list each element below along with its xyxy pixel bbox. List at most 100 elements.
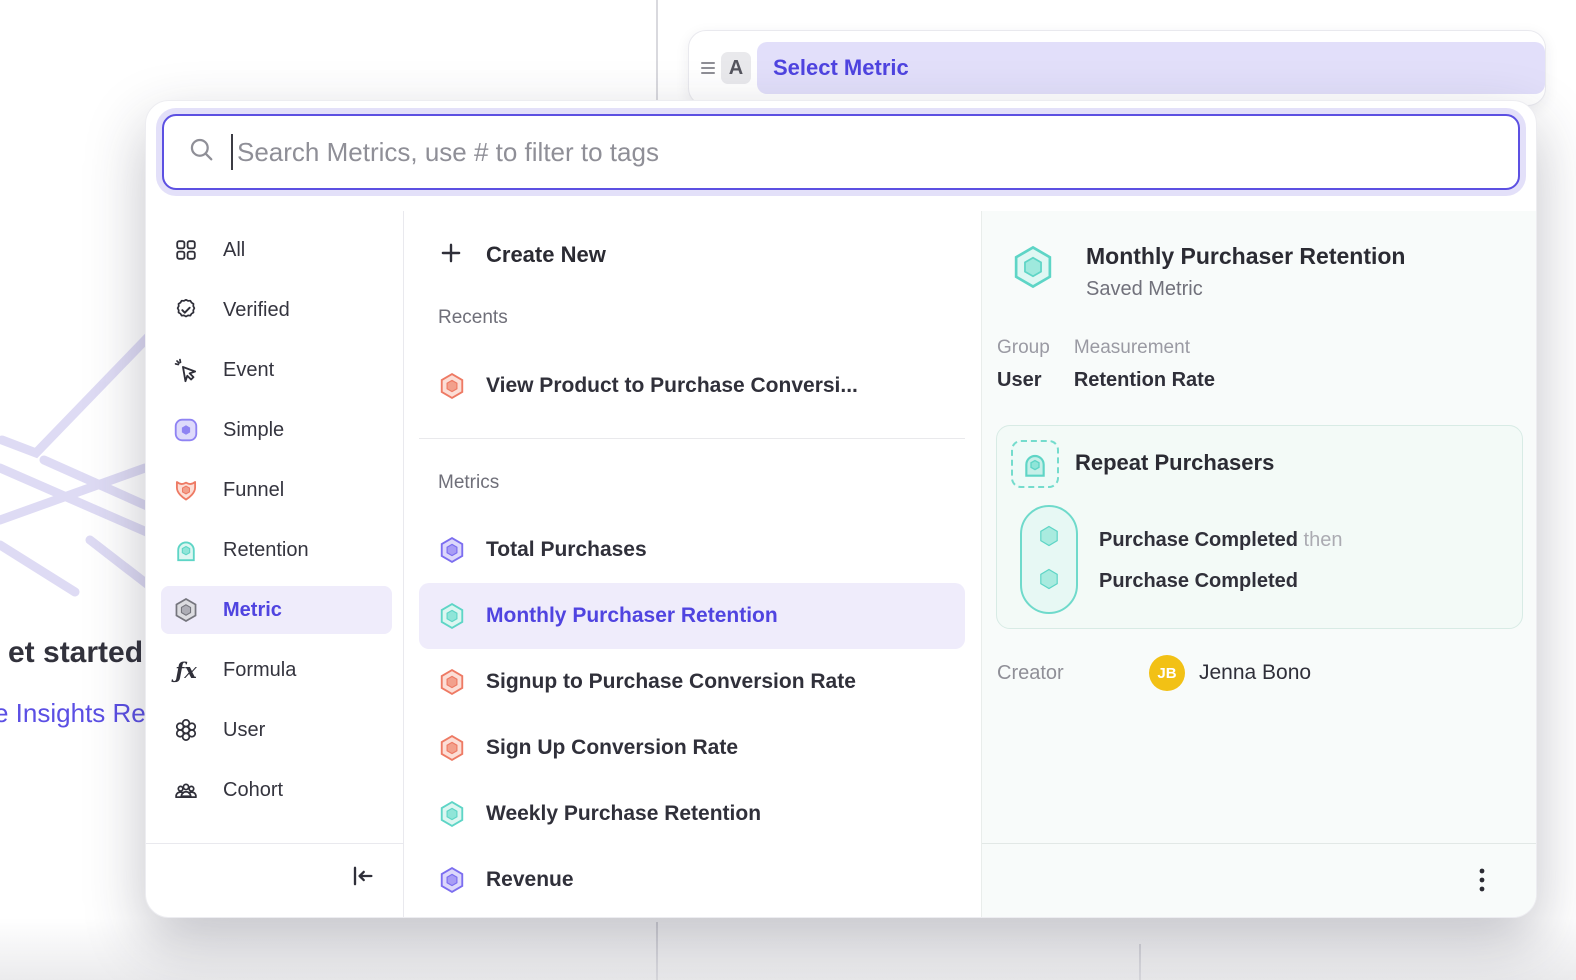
creator-name: Jenna Bono	[1199, 661, 1311, 685]
metric-row-monthly-purchaser-retention[interactable]: Monthly Purchaser Retention	[419, 583, 965, 649]
metric-row-card: A Select Metric	[688, 30, 1546, 106]
sidebar-footer-divider	[146, 843, 403, 844]
sidebar-item-all[interactable]: All	[161, 226, 392, 274]
retention-metric-hexagon-icon	[438, 800, 466, 828]
event-sequence-capsule	[1020, 505, 1078, 614]
sidebar-item-label: Funnel	[223, 479, 284, 502]
event-hexagon-icon	[1037, 566, 1061, 597]
simple-metric-icon	[173, 417, 199, 443]
recents-header: Recents	[438, 307, 508, 329]
create-new-label: Create New	[486, 242, 606, 268]
user-cluster-icon	[173, 717, 199, 743]
funnel-metric-hexagon-icon	[438, 668, 466, 696]
metric-list-column: Create New Recents View Product to Purch…	[403, 211, 981, 917]
sidebar-item-user[interactable]: User	[161, 706, 392, 754]
sidebar-item-event[interactable]: Event	[161, 346, 392, 394]
sidebar-item-verified[interactable]: Verified	[161, 286, 392, 334]
metric-label: Sign Up Conversion Rate	[486, 736, 738, 760]
sidebar-item-label: Formula	[223, 659, 296, 682]
metric-label: Weekly Purchase Retention	[486, 802, 761, 826]
plus-icon	[438, 240, 464, 271]
step-2: Purchase Completed	[1099, 561, 1342, 602]
sidebar-item-label: Event	[223, 359, 274, 382]
search-input[interactable]	[237, 137, 1518, 168]
metric-row-revenue[interactable]: Revenue	[419, 847, 965, 913]
list-divider	[419, 438, 965, 439]
background-divider-line	[656, 922, 658, 980]
measurement-value: Retention Rate	[1074, 369, 1215, 392]
search-bar[interactable]	[162, 114, 1520, 190]
creator-label: Creator	[997, 662, 1149, 685]
modal-columns: All Verified	[146, 211, 1536, 917]
metric-hexagon-icon	[173, 597, 199, 623]
metric-label: Monthly Purchaser Retention	[486, 604, 778, 628]
retention-metric-hexagon-icon	[438, 602, 466, 630]
sidebar-item-label: Verified	[223, 299, 290, 322]
sidebar-item-label: All	[223, 239, 245, 262]
measurement-meta: Measurement Retention Rate	[1074, 337, 1215, 392]
funnel-metric-hexagon-icon	[438, 734, 466, 762]
cohort-people-icon	[173, 777, 199, 803]
create-new-button[interactable]: Create New	[419, 233, 965, 277]
sidebar-item-retention[interactable]: Retention	[161, 526, 392, 574]
collapse-sidebar-button[interactable]	[345, 861, 379, 895]
group-label: Group	[997, 337, 1050, 359]
cursor-click-icon	[173, 357, 199, 383]
event-sequence-steps: Purchase Completed then Purchase Complet…	[1099, 520, 1342, 602]
background-heading-fragment: et started.	[8, 636, 151, 670]
metric-label: Revenue	[486, 868, 574, 892]
avatar: JB	[1149, 655, 1185, 691]
sidebar-item-formula[interactable]: ƒx Formula	[161, 646, 392, 694]
metric-label: Signup to Purchase Conversion Rate	[486, 670, 856, 694]
search-icon	[188, 136, 215, 168]
group-meta: Group User	[997, 337, 1050, 392]
sidebar-item-metric[interactable]: Metric	[161, 586, 392, 634]
sidebar-item-simple[interactable]: Simple	[161, 406, 392, 454]
metric-row-signup-to-purchase-conversion-rate[interactable]: Signup to Purchase Conversion Rate	[419, 649, 965, 715]
sidebar-item-label: Cohort	[223, 779, 283, 802]
funnel-icon	[173, 477, 199, 503]
detail-title: Monthly Purchaser Retention	[1086, 243, 1405, 270]
sidebar-item-label: Simple	[223, 419, 284, 442]
more-options-button[interactable]	[1466, 866, 1498, 898]
simple-metric-hexagon-icon	[438, 536, 466, 564]
background-divider-line	[1139, 944, 1141, 980]
retention-metric-hexagon-icon	[1010, 243, 1056, 301]
detail-subtitle: Saved Metric	[1086, 278, 1405, 301]
behavior-name: Repeat Purchasers	[1075, 450, 1274, 476]
metric-letter-badge[interactable]: A	[721, 52, 751, 84]
collapse-left-icon	[348, 862, 376, 895]
sidebar-item-funnel[interactable]: Funnel	[161, 466, 392, 514]
metric-row-weekly-purchase-retention[interactable]: Weekly Purchase Retention	[419, 781, 965, 847]
sidebar-item-label: Metric	[223, 599, 282, 622]
filter-sidebar: All Verified	[146, 211, 403, 917]
sidebar-item-label: Retention	[223, 539, 309, 562]
metrics-header: Metrics	[438, 472, 499, 494]
funnel-metric-hexagon-icon	[438, 372, 466, 400]
metric-row-total-purchases[interactable]: Total Purchases	[419, 517, 965, 583]
background-report-link-fragment[interactable]: e Insights Re	[0, 698, 146, 729]
kebab-menu-icon	[1470, 865, 1494, 900]
drag-handle-icon[interactable]	[697, 58, 719, 78]
metric-definition-card: Repeat Purchasers Purc	[996, 425, 1523, 629]
metric-detail-panel: Monthly Purchaser Retention Saved Metric…	[981, 211, 1537, 917]
page-bottom-shade	[0, 918, 1576, 980]
event-hexagon-icon	[1037, 523, 1061, 554]
metric-label: Total Purchases	[486, 538, 647, 562]
text-caret	[231, 134, 233, 170]
detail-header: Monthly Purchaser Retention Saved Metric	[1010, 243, 1405, 301]
behavior-dashed-icon	[1011, 440, 1059, 488]
recent-metric-label: View Product to Purchase Conversi...	[486, 374, 858, 398]
detail-meta: Group User Measurement Retention Rate	[997, 337, 1215, 392]
sidebar-item-cohort[interactable]: Cohort	[161, 766, 392, 814]
select-metric-button[interactable]: Select Metric	[757, 42, 1545, 94]
creator-row: Creator JB Jenna Bono	[997, 655, 1311, 691]
step-1: Purchase Completed then	[1099, 520, 1342, 561]
simple-metric-hexagon-icon	[438, 866, 466, 894]
recent-metric-item[interactable]: View Product to Purchase Conversi...	[419, 363, 965, 409]
metric-row-sign-up-conversion-rate[interactable]: Sign Up Conversion Rate	[419, 715, 965, 781]
metrics-list: Total Purchases Monthly Purchaser Retent…	[419, 517, 965, 913]
background-divider-line	[656, 0, 658, 100]
sidebar-item-label: User	[223, 719, 265, 742]
detail-footer	[982, 843, 1537, 917]
